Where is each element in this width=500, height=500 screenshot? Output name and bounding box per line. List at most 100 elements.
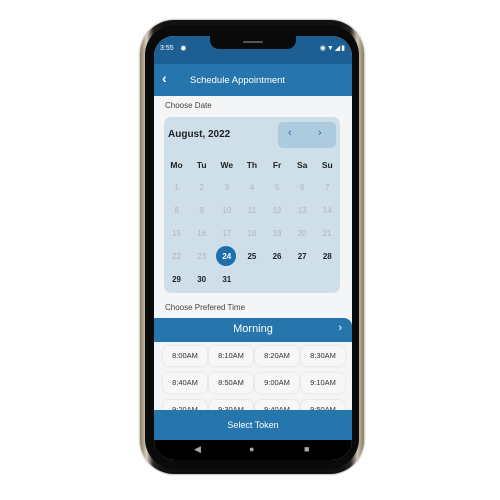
session-selector[interactable]: Morning › [154, 318, 352, 342]
day-number: 10 [222, 206, 232, 215]
day-number: 26 [272, 252, 282, 261]
calendar-weeks: 1 2 3 4 5 6 7 8 9 10 11 12 13 14 15 16 17 18 19 20 21 22 23 24 2… [164, 176, 340, 291]
calendar-day[interactable]: 30 [189, 275, 214, 284]
calendar-day[interactable]: 31 [214, 275, 239, 284]
calendar-day[interactable]: 29 [164, 275, 189, 284]
calendar-day-disabled: 9 [189, 206, 214, 215]
phone-screen: 3:55 ✹ ◉▼◢▮ ‹ Schedule Appointment Choos… [154, 36, 352, 460]
calendar-day-disabled: 16 [189, 229, 214, 238]
home-nav-icon[interactable]: ● [249, 444, 254, 454]
day-number: 3 [224, 183, 230, 192]
time-slot[interactable]: 8:40AM [163, 373, 207, 393]
weekday-label: Mo [170, 159, 183, 170]
prev-month-button[interactable]: ‹ [288, 127, 292, 139]
time-slot[interactable]: 9:50AM [301, 400, 345, 410]
calendar: August, 2022 ‹ › Mo Tu We Th Fr Sa Su 12345678… [164, 117, 340, 293]
day-number: 24 [222, 252, 232, 261]
back-button[interactable]: ‹ [162, 70, 167, 86]
day-number: 21 [322, 229, 332, 238]
next-month-button[interactable]: › [318, 127, 322, 139]
time-slot[interactable]: 9:40AM [255, 400, 299, 410]
choose-date-label: Choose Date [165, 101, 212, 110]
day-number: 14 [322, 206, 332, 215]
calendar-day-disabled: 2 [189, 183, 214, 192]
day-number: 23 [197, 252, 207, 261]
calendar-day[interactable]: 25 [239, 252, 264, 261]
recents-nav-icon[interactable]: ■ [304, 444, 309, 454]
gear-icon: ✹ [180, 44, 187, 53]
day-number: 5 [274, 183, 280, 192]
day-number: 16 [197, 229, 207, 238]
day-number: 22 [172, 252, 182, 261]
session-title: Morning [233, 323, 273, 335]
wifi-icon: ▼ [326, 45, 335, 52]
calendar-day-disabled: 22 [164, 252, 189, 261]
calendar-day-selected[interactable]: 24 [214, 246, 239, 266]
calendar-day-disabled: 23 [189, 252, 214, 261]
time-slot[interactable]: 8:00AM [163, 346, 207, 366]
weekday-label: Fr [272, 159, 282, 170]
calendar-day-disabled: 4 [239, 183, 264, 192]
time-slot[interactable]: 8:20AM [255, 346, 299, 366]
weekday-label: We [220, 159, 234, 170]
calendar-day-disabled: 8 [164, 206, 189, 215]
day-number: 29 [172, 275, 182, 284]
month-label: August, 2022 [168, 129, 231, 140]
day-number: 8 [174, 206, 179, 215]
notch [210, 36, 296, 49]
weekday-header: Mo Tu We Th Fr Sa Su [164, 153, 340, 176]
time-slot[interactable]: 8:10AM [209, 346, 253, 366]
day-number: 25 [247, 252, 257, 261]
page-title: Schedule Appointment [190, 75, 286, 86]
day-number: 20 [297, 229, 307, 238]
weekday-label: Sa [296, 159, 308, 170]
day-number: 28 [322, 252, 332, 261]
day-number: 2 [199, 183, 204, 192]
calendar-week: 15 16 17 18 19 20 21 [164, 222, 340, 245]
chevron-right-icon[interactable]: › [338, 322, 342, 334]
time-slot[interactable]: 8:50AM [209, 373, 253, 393]
calendar-day-disabled: 15 [164, 229, 189, 238]
calendar-week: 8 9 10 11 12 13 14 [164, 199, 340, 222]
day-number: 11 [247, 206, 257, 215]
day-number: 1 [174, 183, 179, 192]
time-slot[interactable]: 9:30AM [209, 400, 253, 410]
weekday-label: Tu [196, 159, 207, 170]
day-number: 15 [172, 229, 182, 238]
calendar-week: 1 2 3 4 5 6 7 [164, 176, 340, 199]
calendar-day-disabled: 3 [214, 183, 239, 192]
day-number: 31 [222, 275, 232, 284]
status-icons: ◉▼◢▮ [320, 44, 346, 52]
time-slot[interactable]: 8:30AM [301, 346, 345, 366]
day-number: 27 [297, 252, 307, 261]
back-nav-icon[interactable]: ◀ [194, 444, 201, 455]
weekday-label: Su [321, 159, 333, 170]
calendar-day-disabled: 6 [290, 183, 315, 192]
month-nav: ‹ › [278, 122, 336, 148]
calendar-day-disabled: 1 [164, 183, 189, 192]
calendar-day[interactable]: 28 [315, 252, 340, 261]
calendar-day-disabled: 13 [290, 206, 315, 215]
calendar-day-disabled: 21 [315, 229, 340, 238]
status-bar: 3:55 ✹ ◉▼◢▮ [154, 36, 352, 64]
calendar-week: 22 23 24 25 26 27 28 [164, 245, 340, 268]
day-number: 19 [272, 229, 282, 238]
calendar-day-disabled: 11 [239, 206, 264, 215]
time-slot[interactable]: 9:10AM [301, 373, 345, 393]
time-slots: 8:00AM 8:10AM 8:20AM 8:30AM 8:40AM 8:50AM 9:00… [154, 342, 352, 410]
calendar-day[interactable]: 27 [290, 252, 315, 261]
speaker [243, 41, 263, 43]
time-slot[interactable]: 9:20AM [163, 400, 207, 410]
location-icon: ◉ [319, 45, 327, 52]
system-nav-bar: ◀ ● ■ [154, 440, 352, 460]
calendar-day[interactable]: 26 [265, 252, 290, 261]
time-slot[interactable]: 9:00AM [255, 373, 299, 393]
calendar-day-disabled: 5 [265, 183, 290, 192]
select-token-button[interactable]: Select Token [154, 410, 352, 440]
weekday-label: Th [246, 159, 258, 170]
calendar-day-disabled: 7 [315, 183, 340, 192]
day-number: 13 [297, 206, 307, 215]
day-number: 7 [325, 183, 330, 192]
calendar-day-disabled: 19 [265, 229, 290, 238]
day-number: 12 [272, 206, 282, 215]
